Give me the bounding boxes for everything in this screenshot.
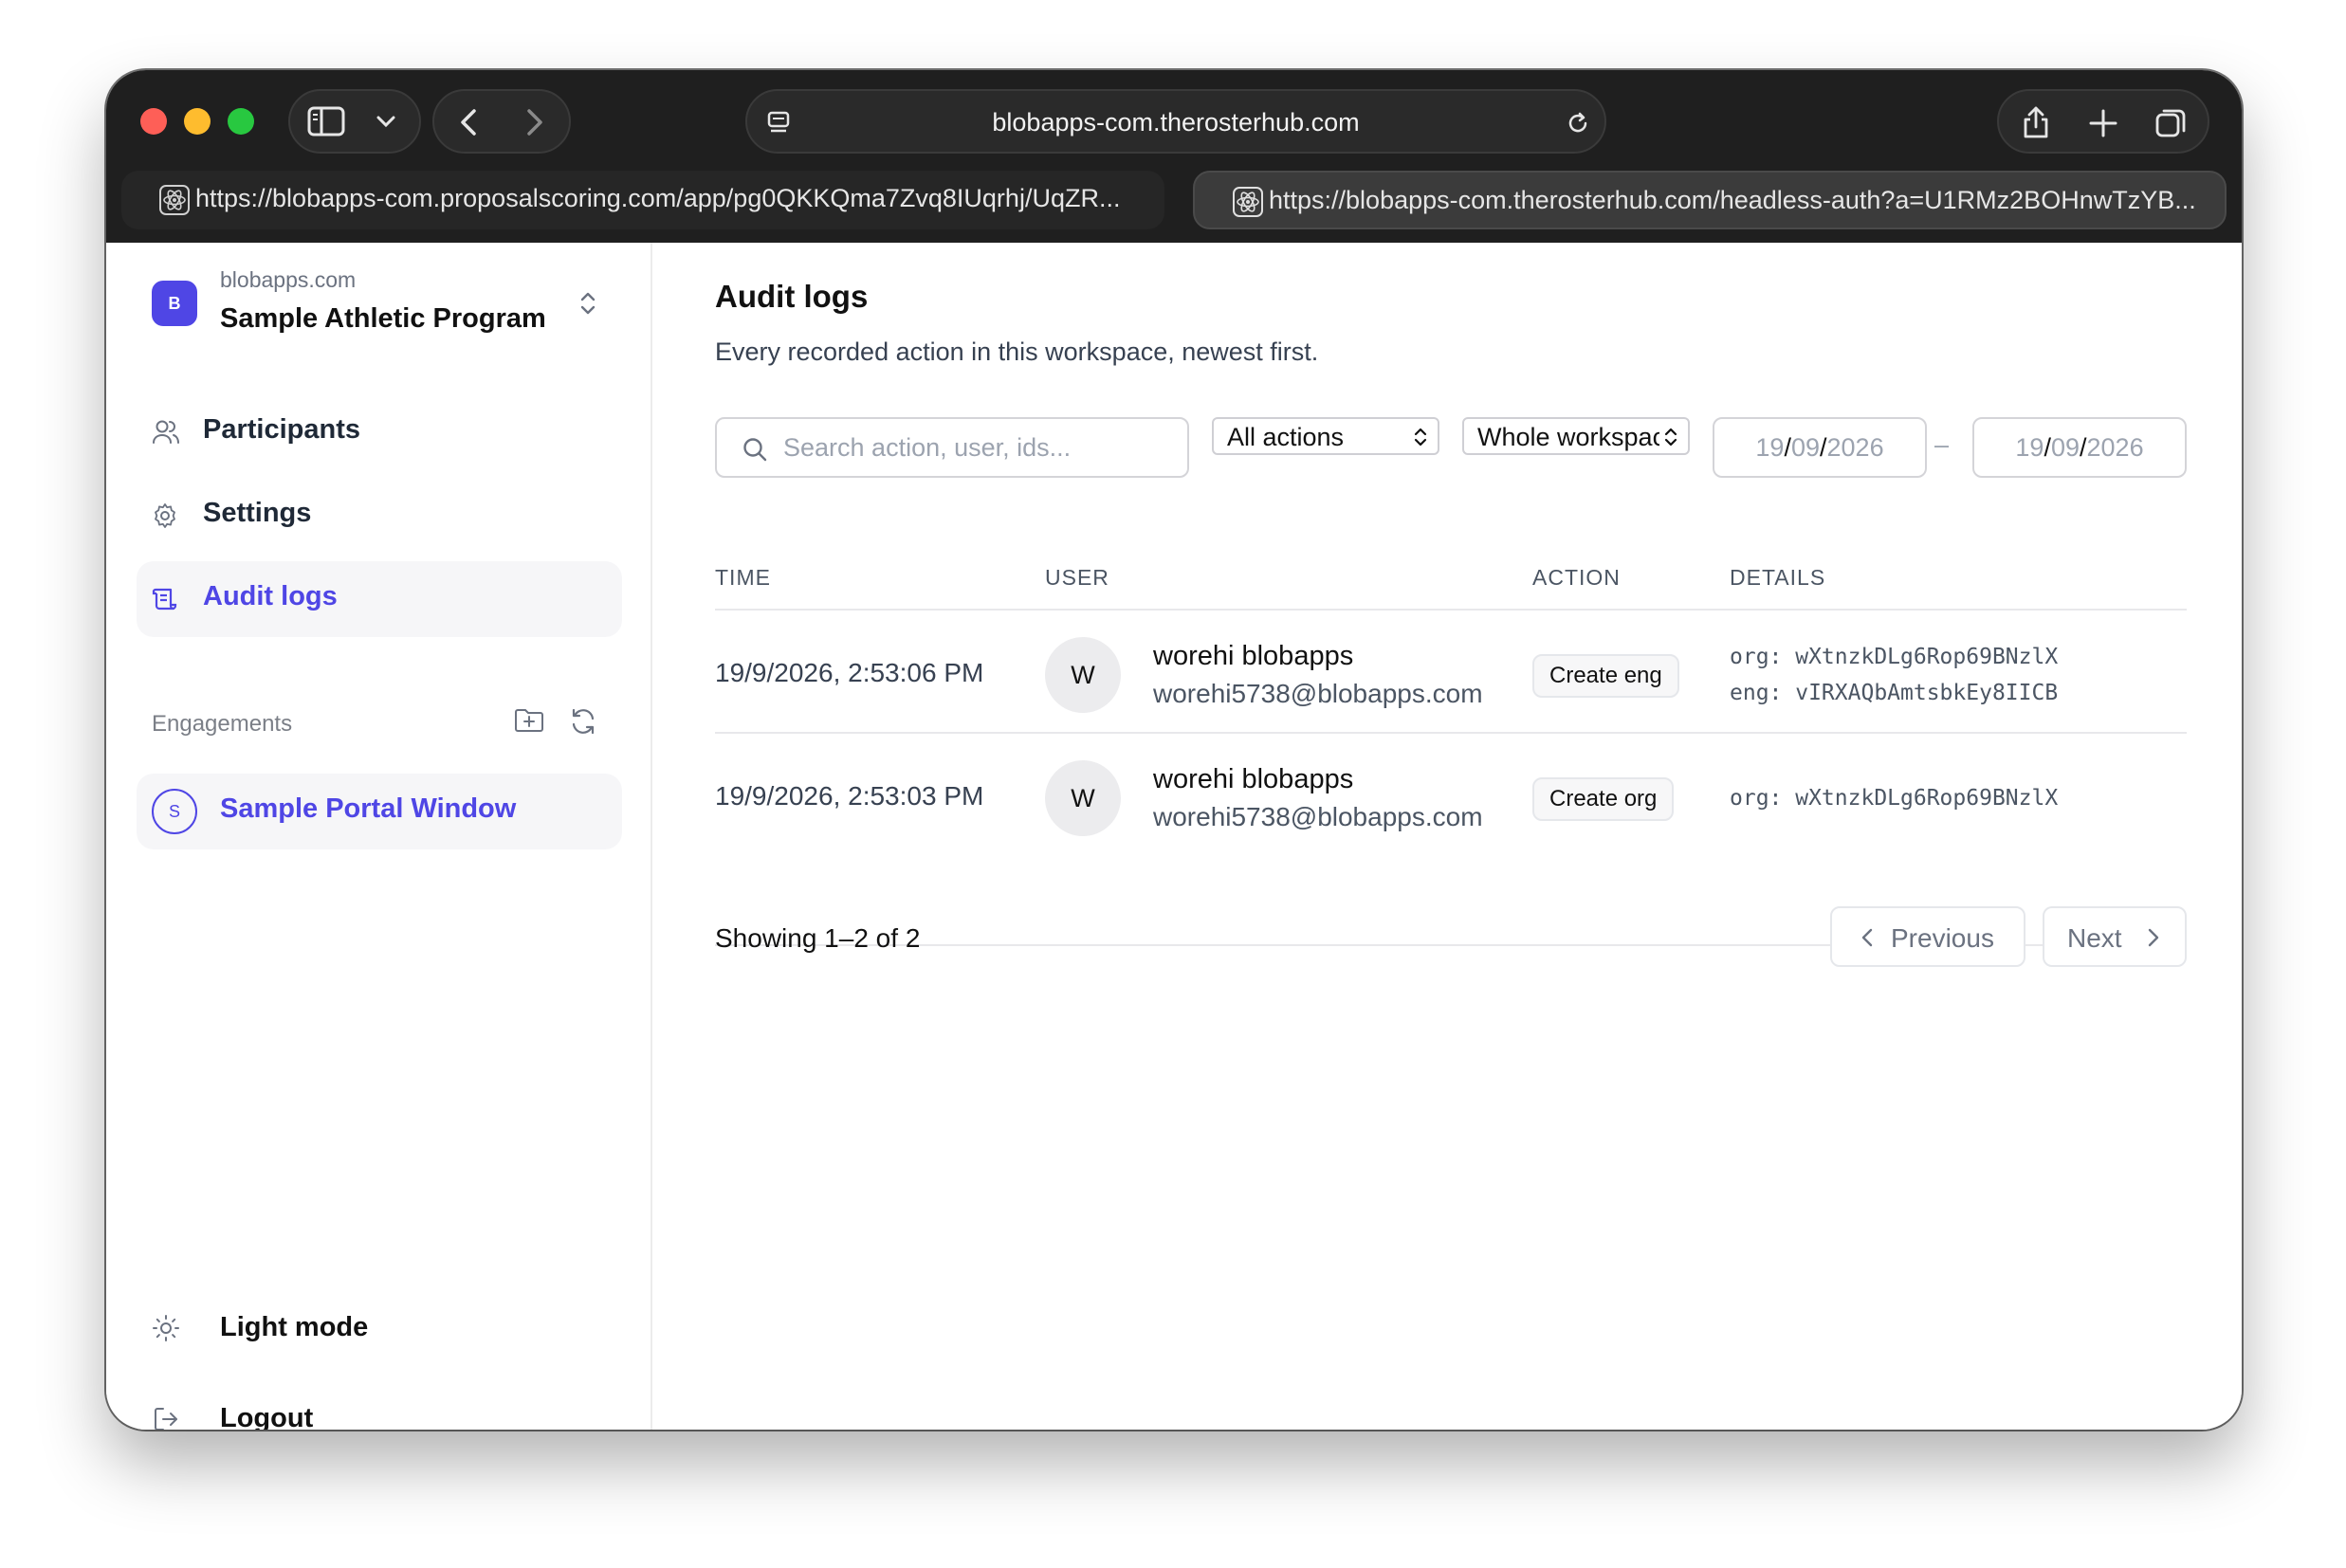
search-field[interactable] [715, 417, 1189, 478]
zoom-window-button[interactable] [228, 108, 254, 135]
action-filter-value: All actions [1227, 423, 1345, 451]
sidebar-item-label: Audit logs [203, 581, 338, 611]
search-icon [742, 436, 768, 463]
column-header-action: ACTION [1532, 565, 1621, 590]
tab-overview-icon[interactable] [2154, 106, 2189, 140]
sidebar-item-audit-logs[interactable]: Audit logs [137, 561, 622, 637]
address-text[interactable]: blobapps-com.therosterhub.com [747, 108, 1604, 137]
date-to-day[interactable]: 19 [2015, 433, 2044, 462]
pagination-summary: Showing 1–2 of 2 [715, 923, 921, 953]
workspace-name: Sample Athletic Program [220, 303, 546, 334]
logout-label: Logout [220, 1403, 314, 1430]
history-nav-group [432, 89, 571, 154]
sun-icon [152, 1314, 180, 1342]
next-label: Next [2067, 923, 2122, 953]
row-time: 19/9/2026, 2:53:06 PM [715, 658, 984, 687]
engagement-label: Sample Portal Window [220, 793, 517, 824]
action-badge: Create eng [1532, 654, 1679, 698]
reload-icon[interactable] [1565, 110, 1591, 137]
page-title: Audit logs [715, 279, 869, 314]
column-header-time: TIME [715, 565, 771, 590]
scroll-icon [152, 586, 178, 612]
next-page-button[interactable]: Next [2043, 906, 2187, 967]
app-content: B blobapps.com Sample Athletic Program P… [106, 243, 2242, 1430]
gear-icon [152, 502, 178, 529]
date-from-day[interactable]: 19 [1755, 433, 1784, 462]
browser-tab-proposalscoring[interactable]: https://blobapps-com.proposalscoring.com… [121, 171, 1164, 229]
date-from-month[interactable]: 09 [1791, 433, 1820, 462]
close-window-button[interactable] [140, 108, 167, 135]
scope-filter-value: Whole workspace [1477, 423, 1680, 451]
share-icon[interactable] [2020, 104, 2052, 140]
folder-plus-icon[interactable] [514, 707, 544, 734]
engagement-item[interactable]: S Sample Portal Window [137, 774, 622, 849]
select-arrows-icon [1659, 425, 1678, 453]
date-to-input[interactable]: 19/09/2026 [1972, 417, 2187, 478]
chevron-down-icon[interactable] [376, 114, 396, 129]
chevron-up-down-icon[interactable] [578, 290, 597, 317]
tab-title: https://blobapps-com.therosterhub.com/he… [1269, 186, 2196, 214]
row-user-email: worehi5738@blobapps.com [1153, 802, 1483, 831]
date-from-year[interactable]: 2026 [1827, 433, 1884, 462]
column-header-user: USER [1045, 565, 1109, 590]
row-user-name: worehi blobapps [1153, 641, 1354, 671]
sidebar-toggle-group [288, 89, 421, 154]
sidebar-item-label: Settings [203, 498, 312, 528]
select-arrows-icon [1409, 425, 1428, 453]
react-favicon-icon [1233, 187, 1263, 224]
date-from-input[interactable]: 19/09/2026 [1713, 417, 1927, 478]
detail-line: org: wXtnzkDLg6Rop69BNzlX [1730, 786, 2059, 811]
new-tab-icon[interactable] [2088, 108, 2118, 138]
action-badge: Create org [1532, 777, 1675, 821]
date-range-separator: – [1934, 430, 1950, 459]
engagement-avatar: S [152, 789, 197, 834]
logout-button[interactable]: Logout [152, 1392, 607, 1430]
sidebar-item-participants[interactable]: Participants [137, 394, 622, 470]
previous-label: Previous [1891, 923, 1994, 953]
browser-titlebar: blobapps-com.therosterhub.com https://bl… [106, 70, 2242, 243]
workspace-domain: blobapps.com [220, 267, 357, 292]
workspace-avatar: B [152, 281, 197, 326]
tab-title: https://blobapps-com.proposalscoring.com… [195, 184, 1121, 212]
avatar: W [1045, 760, 1121, 836]
audit-logs-main: Audit logs Every recorded action in this… [654, 243, 2242, 1430]
tab-strip: https://blobapps-com.proposalscoring.com… [121, 171, 2227, 229]
refresh-icon[interactable] [569, 707, 597, 736]
sidebar-toggle-icon[interactable] [307, 106, 345, 137]
address-bar[interactable]: blobapps-com.therosterhub.com [745, 89, 1606, 154]
row-divider [715, 732, 2187, 734]
engagements-heading: Engagements [152, 711, 293, 737]
scope-filter-select[interactable]: Whole workspace [1462, 417, 1690, 455]
minimize-window-button[interactable] [184, 108, 211, 135]
forward-icon[interactable] [525, 108, 544, 137]
react-favicon-icon [159, 185, 190, 222]
date-to-month[interactable]: 09 [2051, 433, 2080, 462]
theme-toggle-label: Light mode [220, 1312, 369, 1342]
detail-line: org: wXtnzkDLg6Rop69BNzlX [1730, 645, 2059, 669]
detail-line: eng: vIRXAQbAmtsbkEy8IICB [1730, 681, 2059, 705]
search-input[interactable] [783, 428, 1172, 466]
row-user-name: worehi blobapps [1153, 764, 1354, 794]
theme-toggle[interactable]: Light mode [152, 1301, 607, 1358]
browser-tab-therosterhub[interactable]: https://blobapps-com.therosterhub.com/he… [1193, 171, 2227, 229]
date-to-year[interactable]: 2026 [2087, 433, 2144, 462]
back-icon[interactable] [459, 108, 478, 137]
chevron-left-icon [1860, 927, 1874, 948]
previous-page-button[interactable]: Previous [1830, 906, 2025, 967]
browser-actions-group [1997, 89, 2209, 154]
logout-icon [152, 1405, 180, 1430]
browser-window: blobapps-com.therosterhub.com https://bl… [106, 70, 2242, 1430]
sidebar-item-settings[interactable]: Settings [137, 478, 622, 554]
avatar: W [1045, 637, 1121, 713]
page-subtitle: Every recorded action in this workspace,… [715, 337, 1319, 366]
column-header-details: DETAILS [1730, 565, 1826, 590]
row-time: 19/9/2026, 2:53:03 PM [715, 781, 984, 811]
sidebar-item-label: Participants [203, 414, 360, 445]
users-icon [152, 419, 180, 446]
action-filter-select[interactable]: All actions [1212, 417, 1439, 455]
chevron-right-icon [2147, 927, 2160, 948]
table-header-divider [715, 609, 2187, 611]
row-user-email: worehi5738@blobapps.com [1153, 679, 1483, 708]
sidebar: B blobapps.com Sample Athletic Program P… [106, 243, 652, 1430]
